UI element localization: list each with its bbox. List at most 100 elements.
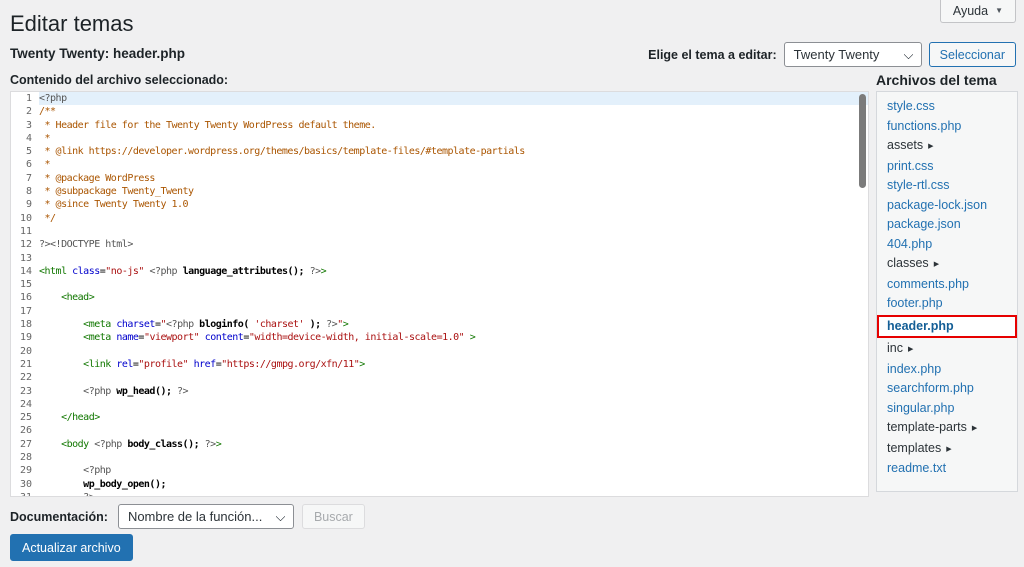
- theme-folder-inc[interactable]: inc▶: [877, 339, 1017, 360]
- code-line[interactable]: 29 <?php: [11, 464, 868, 477]
- line-number: 31: [11, 491, 39, 497]
- line-number: 1: [11, 92, 39, 105]
- editor-scrollbar-thumb[interactable]: [859, 94, 866, 188]
- code-line[interactable]: 3 * Header file for the Twenty Twenty Wo…: [11, 119, 868, 132]
- theme-file-searchform.php[interactable]: searchform.php: [877, 379, 1017, 399]
- code-text: wp_body_open();: [39, 478, 868, 491]
- help-button[interactable]: Ayuda ▼: [940, 0, 1016, 23]
- code-line[interactable]: 8 * @subpackage Twenty_Twenty: [11, 185, 868, 198]
- code-line[interactable]: 21 <link rel="profile" href="https://gmp…: [11, 358, 868, 371]
- chevron-down-icon: ▼: [995, 7, 1003, 15]
- code-line[interactable]: 2/**: [11, 105, 868, 118]
- theme-file-style-rtl.css[interactable]: style-rtl.css: [877, 176, 1017, 196]
- file-link[interactable]: header.php: [887, 319, 954, 333]
- folder-label: template-parts: [887, 420, 967, 434]
- code-line[interactable]: 18 <meta charset="<?php bloginfo( 'chars…: [11, 318, 868, 331]
- code-line[interactable]: 23 <?php wp_head(); ?>: [11, 385, 868, 398]
- line-number: 30: [11, 478, 39, 491]
- file-link[interactable]: comments.php: [887, 277, 969, 291]
- theme-file-index.php[interactable]: index.php: [877, 360, 1017, 380]
- theme-file-comments.php[interactable]: comments.php: [877, 275, 1017, 295]
- theme-folder-templates[interactable]: templates▶: [877, 439, 1017, 460]
- code-line[interactable]: 5 * @link https://developer.wordpress.or…: [11, 145, 868, 158]
- theme-file-readme.txt[interactable]: readme.txt: [877, 459, 1017, 479]
- code-line[interactable]: 28: [11, 451, 868, 464]
- code-line[interactable]: 4 *: [11, 132, 868, 145]
- theme-file-functions.php[interactable]: functions.php: [877, 117, 1017, 137]
- theme-file-404.php[interactable]: 404.php: [877, 235, 1017, 255]
- file-link[interactable]: singular.php: [887, 401, 954, 415]
- code-line[interactable]: 19 <meta name="viewport" content="width=…: [11, 331, 868, 344]
- code-line[interactable]: 30 wp_body_open();: [11, 478, 868, 491]
- theme-file-current-header.php[interactable]: header.php: [877, 315, 1017, 339]
- code-line[interactable]: 12?><!DOCTYPE html>: [11, 238, 868, 251]
- line-number: 27: [11, 438, 39, 451]
- code-text: [39, 345, 868, 358]
- code-line[interactable]: 31 ?>: [11, 491, 868, 497]
- theme-file-style.css[interactable]: style.css: [877, 97, 1017, 117]
- file-link[interactable]: 404.php: [887, 237, 932, 251]
- code-line[interactable]: 9 * @since Twenty Twenty 1.0: [11, 198, 868, 211]
- line-number: 15: [11, 278, 39, 291]
- code-editor[interactable]: 1<?php2/**3 * Header file for the Twenty…: [10, 91, 869, 497]
- code-text: <link rel="profile" href="https://gmpg.o…: [39, 358, 868, 371]
- theme-file-package-lock.json[interactable]: package-lock.json: [877, 196, 1017, 216]
- theme-file-footer.php[interactable]: footer.php: [877, 294, 1017, 314]
- line-number: 10: [11, 212, 39, 225]
- code-line[interactable]: 10 */: [11, 212, 868, 225]
- code-text: <?php: [39, 92, 868, 105]
- code-line[interactable]: 17: [11, 305, 868, 318]
- line-number: 6: [11, 158, 39, 171]
- theme-folder-template-parts[interactable]: template-parts▶: [877, 418, 1017, 439]
- line-number: 29: [11, 464, 39, 477]
- theme-file-print.css[interactable]: print.css: [877, 157, 1017, 177]
- code-line[interactable]: 24: [11, 398, 868, 411]
- file-link[interactable]: index.php: [887, 362, 941, 376]
- file-link[interactable]: style.css: [887, 99, 935, 113]
- code-line[interactable]: 20: [11, 345, 868, 358]
- theme-folder-classes[interactable]: classes▶: [877, 254, 1017, 275]
- file-link[interactable]: footer.php: [887, 296, 943, 310]
- file-link[interactable]: searchform.php: [887, 381, 974, 395]
- folder-label: inc: [887, 341, 903, 355]
- chevron-down-icon: [275, 512, 285, 522]
- theme-editor-page: Ayuda ▼ Editar temas Twenty Twenty: head…: [0, 0, 1024, 567]
- code-line[interactable]: 25 </head>: [11, 411, 868, 424]
- theme-folder-assets[interactable]: assets▶: [877, 136, 1017, 157]
- theme-files-heading: Archivos del tema: [876, 72, 1018, 88]
- code-line[interactable]: 14<html class="no-js" <?php language_att…: [11, 265, 868, 278]
- lookup-button[interactable]: Buscar: [302, 504, 365, 529]
- file-link[interactable]: functions.php: [887, 119, 961, 133]
- folder-label: templates: [887, 441, 941, 455]
- code-line[interactable]: 13: [11, 252, 868, 265]
- file-link[interactable]: readme.txt: [887, 461, 946, 475]
- code-text: */: [39, 212, 868, 225]
- code-text: [39, 371, 868, 384]
- file-link[interactable]: style-rtl.css: [887, 178, 950, 192]
- select-theme-button[interactable]: Seleccionar: [929, 42, 1016, 67]
- line-number: 28: [11, 451, 39, 464]
- code-text: * Header file for the Twenty Twenty Word…: [39, 119, 868, 132]
- code-line[interactable]: 11: [11, 225, 868, 238]
- update-file-button[interactable]: Actualizar archivo: [10, 534, 133, 561]
- code-line[interactable]: 27 <body <?php body_class(); ?>>: [11, 438, 868, 451]
- function-lookup-select[interactable]: Nombre de la función...: [118, 504, 294, 529]
- code-line[interactable]: 22: [11, 371, 868, 384]
- code-line[interactable]: 6 *: [11, 158, 868, 171]
- line-number: 16: [11, 291, 39, 304]
- theme-select[interactable]: Twenty Twenty: [784, 42, 922, 67]
- chevron-down-icon: [903, 50, 913, 60]
- code-line[interactable]: 7 * @package WordPress: [11, 172, 868, 185]
- line-number: 13: [11, 252, 39, 265]
- code-line[interactable]: 15: [11, 278, 868, 291]
- code-line[interactable]: 26: [11, 424, 868, 437]
- code-line[interactable]: 16 <head>: [11, 291, 868, 304]
- code-text: * @subpackage Twenty_Twenty: [39, 185, 868, 198]
- file-link[interactable]: package.json: [887, 217, 961, 231]
- theme-file-singular.php[interactable]: singular.php: [877, 399, 1017, 419]
- code-line[interactable]: 1<?php: [11, 92, 868, 105]
- file-link[interactable]: print.css: [887, 159, 934, 173]
- theme-file-package.json[interactable]: package.json: [877, 215, 1017, 235]
- file-link[interactable]: package-lock.json: [887, 198, 987, 212]
- code-text: <meta name="viewport" content="width=dev…: [39, 331, 868, 344]
